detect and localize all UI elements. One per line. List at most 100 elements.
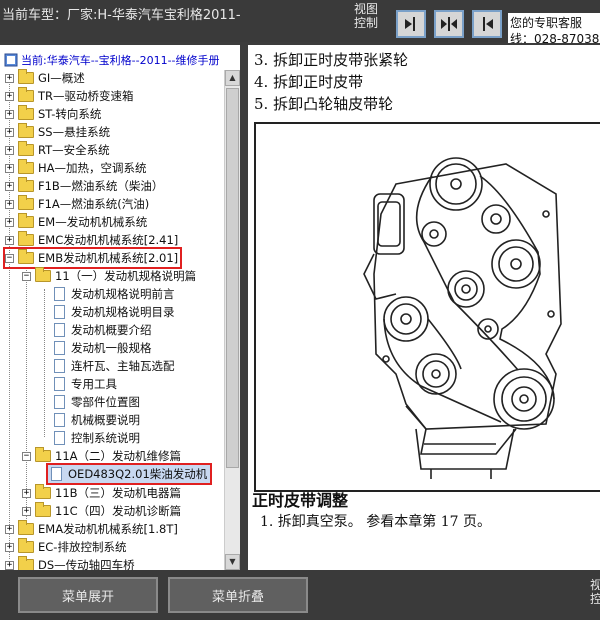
expand-icon[interactable]: + (5, 127, 14, 137)
tree-item-tr[interactable]: + TR—驱动桥变速箱 (5, 87, 134, 105)
current-model-breadcrumb: 当前车型：厂家:H-华泰汽车宝利格2011- (2, 8, 241, 23)
bottom-toolbar: 菜单展开 菜单折叠 视 控 (0, 570, 600, 620)
expand-icon[interactable]: + (5, 109, 14, 119)
scroll-thumb[interactable] (226, 88, 239, 468)
expand-icon[interactable]: + (5, 542, 14, 552)
expand-icon[interactable]: + (22, 488, 31, 498)
tree-leaf[interactable]: 发动机一般规格 (54, 339, 152, 357)
folder-open-icon (35, 447, 51, 462)
doc-line: 5. 拆卸凸轮轴皮带轮 (254, 95, 394, 113)
collapse-icon[interactable]: − (22, 451, 31, 461)
view-control-corner-label: 视 控 (590, 578, 600, 606)
customer-service-info: 您的专职客服 线：028-870382 (508, 13, 600, 43)
folder-icon (18, 520, 34, 535)
document-icon (51, 467, 62, 481)
tree-item-11[interactable]: −11（一）发动机规格说明篇 (22, 267, 196, 285)
tree-item-em[interactable]: + EM—发动机机械系统 (5, 213, 147, 231)
split-view-button[interactable] (434, 10, 464, 38)
expand-menu-button[interactable]: 菜单展开 (18, 577, 158, 613)
tree-root[interactable]: 当前:华泰汽车--宝利格--2011--维修手册 (4, 52, 220, 68)
expand-icon[interactable]: + (5, 145, 14, 155)
doc-line: 3. 拆卸正时皮带张紧轮 (254, 51, 409, 69)
expand-icon[interactable]: + (5, 199, 14, 209)
tree-leaf[interactable]: 控制系统说明 (54, 429, 140, 447)
arrow-right-bar-icon (405, 17, 415, 31)
tree-item-ec[interactable]: + EC-排放控制系统 (5, 538, 126, 556)
collapse-left-button[interactable] (396, 10, 426, 38)
tree-item-emb[interactable]: − EMB发动机机械系统[2.01] (2, 247, 183, 269)
tree-item-11c[interactable]: +11C（四）发动机诊断篇 (22, 502, 181, 520)
tree-leaf[interactable]: 机械概要说明 (54, 411, 140, 429)
document-icon (54, 323, 65, 337)
tree-leaf[interactable]: 零部件位置图 (54, 393, 140, 411)
tree-leaf[interactable]: 连杆瓦、主轴瓦选配 (54, 357, 175, 375)
folder-icon (18, 105, 34, 120)
tree-item-11b[interactable]: +11B（三）发动机电器篇 (22, 484, 181, 502)
tree-item-ha[interactable]: + HA—加热，空调系统 (5, 159, 147, 177)
scroll-up-arrow-icon[interactable]: ▲ (225, 70, 240, 86)
folder-icon (18, 159, 34, 174)
folder-icon (18, 556, 34, 570)
document-icon (54, 377, 65, 391)
document-viewer: 3. 拆卸正时皮带张紧轮 4. 拆卸正时皮带 5. 拆卸凸轮轴皮带轮 正时皮带调… (248, 45, 600, 570)
expand-icon[interactable]: + (5, 217, 14, 227)
folder-icon (18, 87, 34, 102)
folder-open-icon (18, 249, 34, 264)
tree-item-ds[interactable]: + DS—传动轴四车桥 (5, 556, 135, 570)
document-icon (54, 359, 65, 373)
double-arrow-icon (441, 17, 457, 31)
folder-icon (35, 484, 51, 499)
app-window: 当前车型：厂家:H-华泰汽车宝利格2011- 视图 控制 您的专职客服 线：02… (0, 0, 600, 620)
document-icon (54, 287, 65, 301)
tree-item-st[interactable]: + ST-转向系统 (5, 105, 101, 123)
folder-icon (18, 123, 34, 138)
section-title: 正时皮带调整 (252, 491, 349, 510)
folder-icon (18, 177, 34, 192)
engine-belt-drawing (363, 157, 562, 479)
tree-item-ema[interactable]: + EMA发动机机械系统[1.8T] (5, 520, 178, 538)
tree-leaf[interactable]: 专用工具 (54, 375, 117, 393)
collapse-right-button[interactable] (472, 10, 502, 38)
collapse-icon[interactable]: − (22, 271, 31, 281)
collapse-menu-button[interactable]: 菜单折叠 (168, 577, 308, 613)
tree-leaf-selected[interactable]: OED483Q2.01柴油发动机 (45, 463, 213, 485)
expand-icon[interactable]: + (5, 560, 14, 570)
document-icon (54, 341, 65, 355)
expand-icon[interactable]: + (5, 163, 14, 173)
folder-icon (18, 231, 34, 246)
expand-icon[interactable]: + (22, 506, 31, 516)
folder-icon (35, 502, 51, 517)
expand-icon[interactable]: + (5, 235, 14, 245)
tree-item-emc[interactable]: + EMC发动机机械系统[2.41] (5, 231, 178, 249)
arrow-left-bar-icon (483, 17, 493, 31)
tree-guide-line (44, 289, 45, 437)
tree-leaf[interactable]: 发动机规格说明目录 (54, 303, 175, 321)
tree-leaf[interactable]: 发动机概要介绍 (54, 321, 152, 339)
tree-item-ss[interactable]: + SS—悬挂系统 (5, 123, 110, 141)
manual-tree-panel: 当前:华泰汽车--宝利格--2011--维修手册 + GI—概述 + TR—驱动桥变… (0, 45, 240, 570)
folder-icon (18, 538, 34, 553)
tree-item-gi[interactable]: + GI—概述 (5, 69, 85, 87)
tree-item-f1b[interactable]: + F1B—燃油系统（柴油） (5, 177, 163, 195)
tree-scrollbar[interactable]: ▲ ▼ (224, 70, 240, 570)
document-icon (54, 413, 65, 427)
collapse-icon[interactable]: − (5, 253, 14, 263)
tree-item-11a[interactable]: −11A（二）发动机维修篇 (22, 447, 181, 465)
folder-icon (18, 141, 34, 156)
expand-icon[interactable]: + (5, 73, 14, 83)
tree-leaf[interactable]: 发动机规格说明前言 (54, 285, 175, 303)
document-icon (54, 395, 65, 409)
book-icon (4, 53, 18, 67)
folder-icon (18, 213, 34, 228)
tree-item-f1a[interactable]: + F1A—燃油系统(汽油) (5, 195, 149, 213)
expand-icon[interactable]: + (5, 524, 14, 534)
expand-icon[interactable]: + (5, 181, 14, 191)
doc-line: 4. 拆卸正时皮带 (254, 73, 364, 91)
scroll-down-arrow-icon[interactable]: ▼ (225, 554, 240, 570)
expand-icon[interactable]: + (5, 91, 14, 101)
document-icon (54, 305, 65, 319)
doc-paragraph: 1. 拆卸真空泵。 参看本章第 17 页。 (260, 514, 491, 530)
folder-open-icon (35, 267, 51, 282)
tree-item-rt[interactable]: + RT—安全系统 (5, 141, 110, 159)
top-toolbar: 当前车型：厂家:H-华泰汽车宝利格2011- 视图 控制 您的专职客服 线：02… (0, 0, 600, 43)
